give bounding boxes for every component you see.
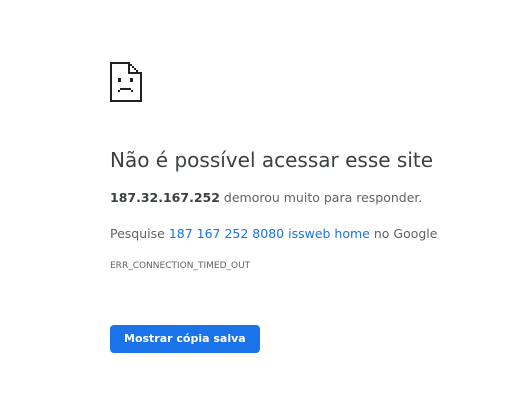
show-saved-copy-button[interactable]: Mostrar cópia salva bbox=[110, 325, 260, 353]
google-search-link[interactable]: 187 167 252 8080 issweb home bbox=[169, 226, 370, 241]
host-address: 187.32.167.252 bbox=[110, 190, 220, 205]
search-suggestion: Pesquise 187 167 252 8080 issweb home no… bbox=[110, 225, 510, 243]
error-code: ERR_CONNECTION_TIMED_OUT bbox=[110, 261, 251, 271]
search-suffix: no Google bbox=[369, 226, 438, 241]
sad-page-icon bbox=[110, 62, 142, 102]
search-prefix: Pesquise bbox=[110, 226, 169, 241]
page-title: Não é possível acessar esse site bbox=[110, 148, 434, 172]
timeout-message: 187.32.167.252 demorou muito para respon… bbox=[110, 189, 510, 207]
error-container: Não é possível acessar esse site 187.32.… bbox=[110, 62, 510, 353]
timeout-text: demorou muito para responder. bbox=[219, 190, 423, 205]
